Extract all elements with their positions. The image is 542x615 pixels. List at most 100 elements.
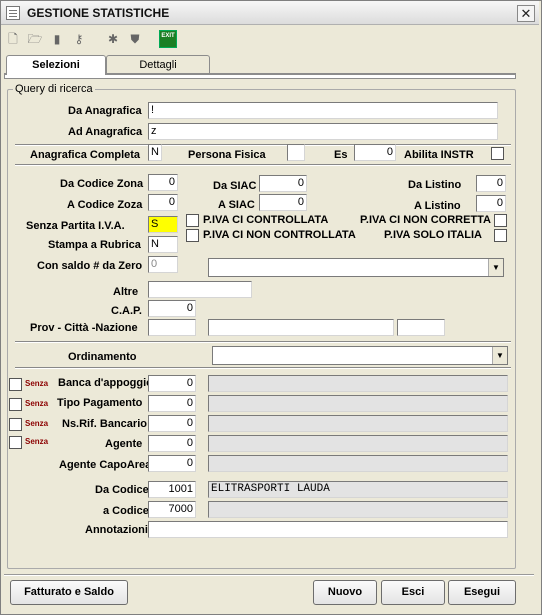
annotazioni-label: Annotazioni (85, 524, 148, 536)
ordinamento-dropdown[interactable]: ▼ (212, 346, 508, 365)
da-listino-input[interactable]: 0 (476, 175, 506, 192)
senza-nsrif-checkbox[interactable] (9, 418, 22, 431)
senza-pagamento-checkbox[interactable] (9, 398, 22, 411)
prov-citta-nazione-label: Prov - Città -Nazione (30, 322, 138, 334)
da-codice-desc: ELITRASPORTI LAUDA (208, 481, 508, 498)
annotazioni-input[interactable] (148, 521, 508, 538)
da-codice-input[interactable]: 1001 (148, 481, 196, 498)
esci-button[interactable]: Esci (381, 580, 445, 605)
banca-appoggio-input[interactable]: 0 (148, 375, 196, 392)
ad-anagrafica-label: Ad Anagrafica (68, 126, 143, 138)
a-listino-input[interactable]: 0 (476, 195, 506, 212)
agente-capoarea-input[interactable]: 0 (148, 455, 196, 472)
divider (15, 367, 511, 369)
tipo-pagamento-desc (208, 395, 508, 412)
senza-pagamento-label: Senza (25, 399, 49, 408)
tipo-pagamento-input[interactable]: 0 (148, 395, 196, 412)
a-codice-label: a Codice (103, 505, 149, 517)
altre-input[interactable] (148, 281, 252, 298)
divider (4, 574, 534, 576)
fatturato-saldo-button[interactable]: Fatturato e Saldo (10, 580, 128, 605)
piva-solo-italia-checkbox[interactable] (494, 229, 507, 242)
stampa-rubrica-label: Stampa a Rubrica (48, 239, 141, 251)
piva-solo-italia-label: P.IVA SOLO ITALIA (384, 229, 482, 241)
new-document-icon[interactable]: 🗋 (4, 30, 22, 48)
wand-icon[interactable]: ✱ (104, 30, 122, 48)
piva-controllata-label: P.IVA CI CONTROLLATA (203, 214, 329, 226)
da-anagrafica-label: Da Anagrafica (68, 105, 142, 117)
close-button[interactable]: ✕ (517, 5, 535, 22)
senza-agente-checkbox[interactable] (9, 436, 22, 449)
abilita-instr-label: Abilita INSTR (404, 149, 474, 161)
a-codice-desc (208, 501, 508, 518)
ad-anagrafica-input[interactable]: z (148, 123, 498, 140)
anagrafica-completa-input[interactable]: N (148, 144, 162, 161)
es-input[interactable]: 0 (354, 144, 396, 161)
esegui-button[interactable]: Esegui (448, 580, 516, 605)
piva-non-corretta-label: P.IVA CI NON CORRETTA (360, 214, 491, 226)
agente-label: Agente (105, 438, 143, 450)
ns-rif-bancario-input[interactable]: 0 (148, 415, 196, 432)
da-listino-label: Da Listino (408, 179, 462, 191)
tab-dettagli[interactable]: Dettagli (106, 55, 210, 75)
a-codice-zona-input[interactable]: 0 (148, 194, 178, 211)
tab-selezioni[interactable]: Selezioni (6, 55, 106, 75)
es-label: Es (334, 149, 348, 161)
banca-appoggio-desc (208, 375, 508, 392)
nuovo-button[interactable]: Nuovo (313, 580, 377, 605)
a-codice-input[interactable]: 7000 (148, 501, 196, 518)
senza-banca-label: Senza (25, 379, 49, 388)
da-codice-zona-input[interactable]: 0 (148, 174, 178, 191)
divider (15, 144, 511, 146)
senza-agente-label: Senza (25, 437, 49, 446)
stampa-rubrica-input[interactable]: N (148, 236, 178, 253)
tipo-pagamento-label: Tipo Pagamento (57, 397, 143, 409)
a-listino-label: A Listino (414, 200, 461, 212)
da-codice-label: Da Codice (95, 484, 149, 496)
ns-rif-bancario-desc (208, 415, 508, 432)
cap-label: C.A.P. (111, 305, 142, 317)
altre-label: Altre (113, 286, 139, 298)
a-codice-zona-label: A Codice Zoza (67, 199, 143, 211)
agente-desc (208, 435, 508, 452)
cap-input[interactable]: 0 (148, 300, 196, 317)
key-icon[interactable]: ⚷ (70, 30, 88, 48)
agente-capoarea-desc (208, 455, 508, 472)
piva-non-controllata-checkbox[interactable] (186, 229, 199, 242)
shield-icon[interactable]: ⛊ (126, 30, 144, 48)
ordinamento-label: Ordinamento (68, 351, 137, 363)
con-saldo-input[interactable]: 0 (148, 256, 178, 273)
senza-nsrif-label: Senza (25, 419, 49, 428)
chevron-down-icon[interactable]: ▼ (488, 259, 503, 276)
con-saldo-label: Con saldo # da Zero (37, 260, 143, 272)
a-siac-input[interactable]: 0 (259, 194, 307, 211)
da-codice-zona-label: Da Codice Zona (60, 178, 144, 190)
persona-fisica-label: Persona Fisica (188, 149, 266, 161)
nazione-input[interactable] (397, 319, 445, 336)
exit-icon[interactable]: EXIT (159, 30, 177, 48)
chevron-down-icon[interactable]: ▼ (492, 347, 507, 364)
da-anagrafica-input[interactable]: ! (148, 102, 498, 119)
piva-controllata-checkbox[interactable] (186, 214, 199, 227)
document-icon[interactable]: ▮ (48, 30, 66, 48)
abilita-instr-checkbox[interactable] (491, 147, 504, 160)
agente-capoarea-label: Agente CapoArea (59, 459, 152, 471)
agente-input[interactable]: 0 (148, 435, 196, 452)
da-siac-label: Da SIAC (213, 180, 257, 192)
divider (15, 164, 511, 166)
provincia-input[interactable] (148, 319, 196, 336)
title-bar: GESTIONE STATISTICHE ✕ (1, 1, 539, 25)
senza-banca-checkbox[interactable] (9, 378, 22, 391)
da-siac-input[interactable]: 0 (259, 175, 307, 192)
divider (15, 341, 511, 343)
open-folder-icon[interactable]: 🗁 (26, 30, 44, 48)
senza-partita-iva-input[interactable]: S (148, 216, 178, 233)
citta-input[interactable] (208, 319, 394, 336)
group-legend: Query di ricerca (13, 83, 95, 95)
piva-non-controllata-label: P.IVA CI NON CONTROLLATA (203, 229, 356, 241)
persona-fisica-input[interactable] (287, 144, 305, 161)
piva-non-corretta-checkbox[interactable] (494, 214, 507, 227)
banca-appoggio-label: Banca d'appoggio (58, 377, 153, 389)
con-saldo-dropdown[interactable]: ▼ (208, 258, 504, 277)
a-siac-label: A SIAC (218, 199, 255, 211)
